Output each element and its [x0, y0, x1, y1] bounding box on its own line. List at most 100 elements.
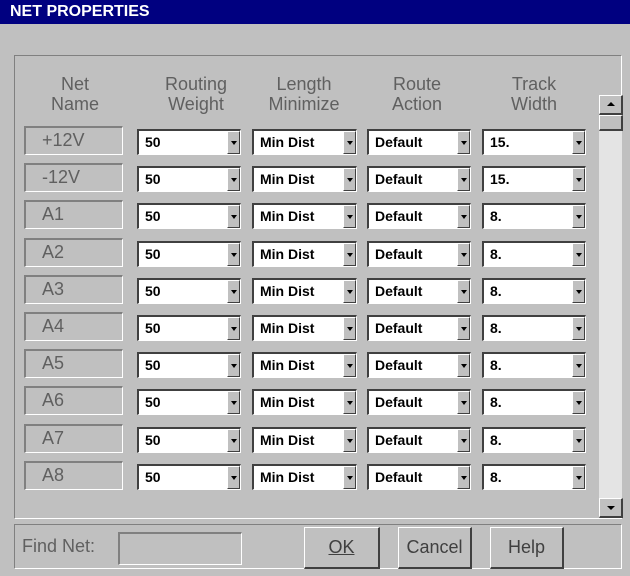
routing-weight-select[interactable]: 50 [137, 278, 241, 304]
dropdown-arrow-icon[interactable] [457, 354, 470, 377]
track-width-select[interactable]: 15. [482, 166, 586, 192]
dropdown-arrow-icon[interactable] [572, 391, 585, 414]
route-action-select[interactable]: Default [367, 203, 471, 229]
dropdown-arrow-icon[interactable] [343, 168, 356, 191]
ok-button-label: OK [328, 537, 355, 557]
dropdown-arrow-icon[interactable] [227, 243, 240, 266]
cancel-button[interactable]: Cancel [398, 527, 472, 569]
length-minimize-select-value: Min Dist [260, 432, 315, 448]
dropdown-arrow-icon[interactable] [343, 317, 356, 340]
dropdown-arrow-icon[interactable] [457, 429, 470, 452]
route-action-select[interactable]: Default [367, 166, 471, 192]
track-width-select[interactable]: 8. [482, 203, 586, 229]
ok-button[interactable]: OK [304, 527, 380, 569]
dropdown-arrow-icon[interactable] [572, 317, 585, 340]
routing-weight-select[interactable]: 50 [137, 315, 241, 341]
length-minimize-select[interactable]: Min Dist [252, 464, 357, 490]
dropdown-arrow-icon[interactable] [457, 243, 470, 266]
routing-weight-select-value: 50 [145, 246, 161, 262]
dropdown-arrow-icon[interactable] [457, 168, 470, 191]
dropdown-arrow-icon[interactable] [343, 131, 356, 154]
dropdown-arrow-icon[interactable] [343, 280, 356, 303]
dropdown-arrow-icon[interactable] [572, 168, 585, 191]
dropdown-arrow-icon[interactable] [457, 466, 470, 489]
dropdown-arrow-icon[interactable] [457, 317, 470, 340]
dropdown-arrow-icon[interactable] [227, 317, 240, 340]
length-minimize-select[interactable]: Min Dist [252, 203, 357, 229]
length-minimize-select-value: Min Dist [260, 283, 315, 299]
track-width-select[interactable]: 8. [482, 315, 586, 341]
route-action-select[interactable]: Default [367, 278, 471, 304]
dropdown-arrow-icon[interactable] [227, 131, 240, 154]
dropdown-arrow-icon[interactable] [343, 243, 356, 266]
help-button[interactable]: Help [490, 527, 564, 569]
header-track-width-line1: Track [511, 74, 557, 94]
dropdown-arrow-icon[interactable] [572, 354, 585, 377]
routing-weight-select[interactable]: 50 [137, 464, 241, 490]
scroll-thumb[interactable] [599, 115, 623, 131]
dropdown-arrow-icon[interactable] [457, 280, 470, 303]
route-action-select[interactable]: Default [367, 427, 471, 453]
vertical-scrollbar[interactable] [598, 95, 623, 518]
route-action-select[interactable]: Default [367, 315, 471, 341]
dropdown-arrow-icon[interactable] [227, 280, 240, 303]
dropdown-arrow-icon[interactable] [572, 243, 585, 266]
dropdown-arrow-icon[interactable] [343, 466, 356, 489]
track-width-select[interactable]: 8. [482, 427, 586, 453]
track-width-select-value: 8. [490, 320, 502, 336]
length-minimize-select[interactable]: Min Dist [252, 129, 357, 155]
track-width-select[interactable]: 8. [482, 464, 586, 490]
routing-weight-select[interactable]: 50 [137, 352, 241, 378]
dropdown-arrow-icon[interactable] [343, 429, 356, 452]
dropdown-arrow-icon[interactable] [572, 205, 585, 228]
dropdown-arrow-icon[interactable] [457, 391, 470, 414]
track-width-select[interactable]: 8. [482, 278, 586, 304]
header-length-minimize-line2: Minimize [268, 94, 340, 114]
dropdown-arrow-icon[interactable] [343, 205, 356, 228]
find-net-input[interactable] [118, 532, 242, 565]
dropdown-arrow-icon[interactable] [457, 131, 470, 154]
dropdown-arrow-icon[interactable] [457, 205, 470, 228]
dropdown-arrow-icon[interactable] [343, 354, 356, 377]
route-action-select[interactable]: Default [367, 352, 471, 378]
routing-weight-select[interactable]: 50 [137, 166, 241, 192]
dropdown-arrow-icon[interactable] [227, 168, 240, 191]
length-minimize-select[interactable]: Min Dist [252, 315, 357, 341]
length-minimize-select[interactable]: Min Dist [252, 389, 357, 415]
dropdown-arrow-icon[interactable] [227, 466, 240, 489]
dropdown-arrow-icon[interactable] [227, 205, 240, 228]
length-minimize-select[interactable]: Min Dist [252, 166, 357, 192]
length-minimize-select[interactable]: Min Dist [252, 427, 357, 453]
routing-weight-select[interactable]: 50 [137, 427, 241, 453]
length-minimize-select[interactable]: Min Dist [252, 352, 357, 378]
track-width-select[interactable]: 8. [482, 389, 586, 415]
dropdown-arrow-icon[interactable] [572, 280, 585, 303]
length-minimize-select[interactable]: Min Dist [252, 278, 357, 304]
dropdown-arrow-icon[interactable] [227, 354, 240, 377]
scroll-up-arrow-icon[interactable] [599, 95, 623, 115]
track-width-select[interactable]: 8. [482, 352, 586, 378]
routing-weight-select[interactable]: 50 [137, 389, 241, 415]
route-action-select[interactable]: Default [367, 241, 471, 267]
dropdown-arrow-icon[interactable] [572, 466, 585, 489]
route-action-select-value: Default [375, 469, 423, 485]
dropdown-arrow-icon[interactable] [227, 391, 240, 414]
length-minimize-select-value: Min Dist [260, 171, 315, 187]
route-action-select[interactable]: Default [367, 464, 471, 490]
length-minimize-select[interactable]: Min Dist [252, 241, 357, 267]
dropdown-arrow-icon[interactable] [227, 429, 240, 452]
routing-weight-select[interactable]: 50 [137, 129, 241, 155]
net-name-field: +12V [24, 126, 123, 155]
track-width-select-value: 8. [490, 394, 502, 410]
route-action-select[interactable]: Default [367, 129, 471, 155]
dropdown-arrow-icon[interactable] [343, 391, 356, 414]
routing-weight-select[interactable]: 50 [137, 241, 241, 267]
dropdown-arrow-icon[interactable] [572, 131, 585, 154]
dropdown-arrow-icon[interactable] [572, 429, 585, 452]
scroll-down-arrow-icon[interactable] [599, 498, 623, 518]
track-width-select[interactable]: 8. [482, 241, 586, 267]
route-action-select[interactable]: Default [367, 389, 471, 415]
track-width-select[interactable]: 15. [482, 129, 586, 155]
routing-weight-select[interactable]: 50 [137, 203, 241, 229]
window-title: NET PROPERTIES [0, 0, 630, 24]
